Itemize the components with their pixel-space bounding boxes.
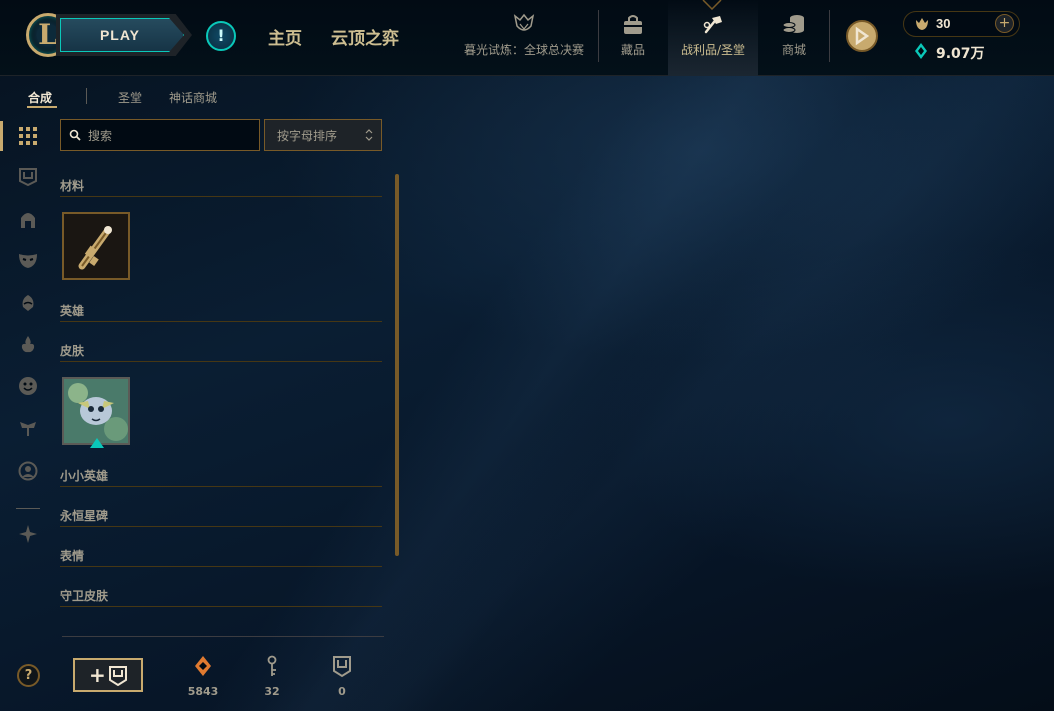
category-divider (60, 486, 382, 487)
search-icon (69, 129, 81, 141)
background-streaks (0, 0, 1054, 711)
search-placeholder: 搜索 (88, 129, 113, 143)
tab-craft[interactable]: 合成 (28, 89, 52, 106)
chest-icon (109, 666, 127, 686)
loot-hammer-icon (703, 16, 722, 34)
nav-divider (598, 10, 599, 62)
rp-icon (916, 18, 928, 30)
bottom-divider (62, 636, 384, 637)
rarity-gem-icon (90, 438, 104, 448)
nav-event[interactable]: 暮光试炼：全球总决赛 (458, 0, 590, 76)
nav-store-label: 商城 (781, 43, 806, 57)
key-fragment-item[interactable] (62, 212, 130, 280)
category-skins: 皮肤 (60, 344, 85, 358)
champion-helmet-icon[interactable] (18, 210, 38, 230)
help-icon[interactable]: ? (17, 664, 40, 687)
add-chest-button[interactable]: + (73, 658, 143, 692)
eternals-icon[interactable] (18, 524, 38, 544)
rail-active-indicator (0, 121, 3, 151)
blue-essence-balance: 9.07万 (936, 46, 985, 62)
category-divider (60, 321, 382, 322)
category-ward-skins: 守卫皮肤 (60, 589, 109, 603)
skin-portrait-icon (64, 379, 128, 443)
nav-tft[interactable]: 云顶之弈 (331, 24, 399, 49)
nav-home[interactable]: 主页 (268, 24, 302, 49)
nav-divider (829, 10, 830, 62)
orange-essence-count: 5843 (187, 685, 219, 698)
collection-bag-icon (624, 15, 642, 34)
nav-loot-label: 战利品/圣堂 (680, 43, 746, 57)
category-divider (60, 526, 382, 527)
nav-loot[interactable]: 战利品/圣堂 (668, 0, 758, 76)
category-little-legends: 小小英雄 (60, 469, 109, 483)
alert-icon[interactable]: ! (206, 21, 236, 51)
tab-mythic-shop[interactable]: 神话商城 (169, 89, 217, 106)
summoner-icon-icon[interactable] (18, 418, 38, 438)
key-count-icon (267, 655, 277, 676)
category-divider (60, 566, 382, 567)
sort-chevron-icon (365, 129, 373, 141)
profile-icon[interactable] (18, 461, 38, 481)
store-coins-icon (782, 15, 804, 33)
chest-icon[interactable] (18, 167, 38, 187)
category-eternals: 永恒星碑 (60, 509, 109, 523)
category-divider (60, 606, 382, 607)
pass-badge-glyph (855, 26, 870, 46)
category-materials: 材料 (60, 179, 85, 193)
ward-icon[interactable] (18, 293, 38, 313)
category-champions: 英雄 (60, 304, 85, 318)
buy-rp-button[interactable]: + (995, 14, 1014, 33)
sort-dropdown[interactable]: 按字母排序 (264, 119, 382, 151)
worlds-trophy-icon (513, 13, 535, 31)
rp-balance: 30 (936, 16, 951, 31)
active-tab-underline (27, 106, 57, 108)
nav-collection[interactable]: 藏品 (608, 0, 658, 76)
emote-icon[interactable] (18, 376, 38, 396)
blue-essence-icon (915, 43, 927, 59)
sort-dropdown-label: 按字母排序 (277, 129, 338, 143)
grid-icon[interactable] (18, 126, 38, 146)
key-count: 32 (264, 685, 280, 698)
play-button-label[interactable]: PLAY (60, 18, 180, 52)
tab-sanctum[interactable]: 圣堂 (118, 89, 142, 106)
active-tab-chevron-icon (702, 0, 722, 10)
category-emotes: 表情 (60, 549, 85, 563)
pass-badge-icon[interactable] (846, 20, 878, 52)
category-divider (60, 196, 382, 197)
skin-mask-icon[interactable] (18, 250, 38, 270)
nav-store[interactable]: 商城 (768, 0, 820, 76)
rail-divider (16, 508, 40, 509)
subnav-divider (86, 88, 87, 104)
chest-count-icon (333, 656, 351, 678)
plus-icon: + (89, 663, 106, 687)
skin-shard-item[interactable] (62, 377, 130, 445)
scrollbar[interactable] (395, 174, 399, 556)
little-legend-icon[interactable] (18, 334, 38, 354)
search-input[interactable]: 搜索 (60, 119, 260, 151)
category-divider (60, 361, 382, 362)
chest-count: 0 (338, 685, 346, 698)
nav-event-label: 暮光试炼：全球总决赛 (463, 43, 584, 57)
key-icon (64, 214, 128, 278)
orange-essence-icon (195, 656, 211, 676)
nav-collection-label: 藏品 (620, 43, 645, 57)
